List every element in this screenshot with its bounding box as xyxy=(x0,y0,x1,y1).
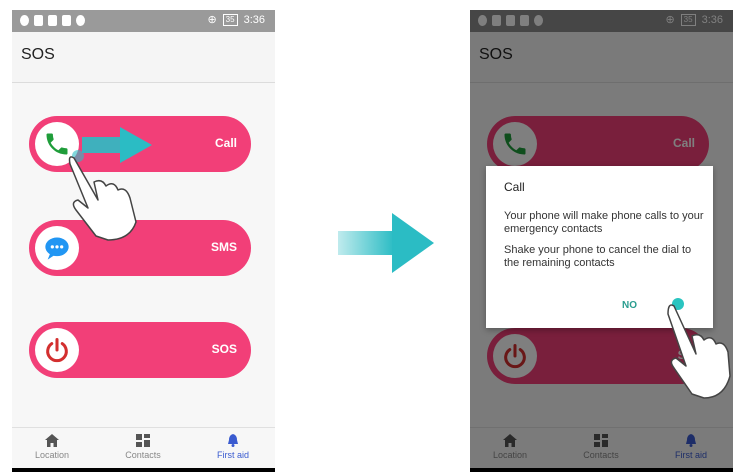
page-title: SOS xyxy=(21,46,55,63)
dialog-title: Call xyxy=(504,180,525,194)
app-bar: SOS xyxy=(12,32,275,83)
chat-icon xyxy=(45,237,69,260)
dialog-message-calls: Your phone will make phone calls to your… xyxy=(504,210,704,235)
sd-card-icon xyxy=(62,15,71,26)
sos-circle xyxy=(35,328,79,372)
notification-icon xyxy=(34,15,43,26)
wifi-icon xyxy=(20,15,29,26)
sos-label: SOS xyxy=(211,342,237,356)
phone-icon xyxy=(46,133,68,155)
dialog-message-shake: Shake your phone to cancel the dial to t… xyxy=(504,244,692,269)
status-icons xyxy=(20,15,85,26)
sms-label: SMS xyxy=(210,240,237,254)
sos-button[interactable]: SOS xyxy=(29,322,251,378)
dialog-no-button[interactable]: NO xyxy=(622,300,637,311)
shield-icon xyxy=(76,15,85,26)
bottom-navigation: Location Contacts First aid xyxy=(12,427,275,472)
status-time: 3:36 xyxy=(243,13,265,26)
status-bar: ⊕ 35 3:36 xyxy=(12,10,275,32)
power-icon xyxy=(46,337,68,363)
nav-contacts[interactable]: Contacts xyxy=(103,432,183,460)
nav-contacts-label: Contacts xyxy=(125,450,161,460)
system-bar xyxy=(12,468,275,472)
alarm-icon: ⊕ xyxy=(207,14,217,26)
bell-icon xyxy=(228,434,238,447)
nav-location-label: Location xyxy=(34,450,70,460)
hand-pointer-icon xyxy=(667,304,731,399)
hand-pointer-icon xyxy=(68,150,137,241)
left-phone-screen: ⊕ 35 3:36 SOS Call SMS SOS Location Cont… xyxy=(12,10,275,472)
home-icon xyxy=(45,434,59,447)
nav-location[interactable]: Location xyxy=(12,432,92,460)
dialog-body: Your phone will make phone calls to your… xyxy=(504,210,704,278)
nav-first-aid-label: First aid xyxy=(216,450,249,460)
sim-icon xyxy=(48,15,57,26)
sms-button[interactable]: SMS xyxy=(29,220,251,276)
right-phone-screen: ⊕ 35 3:36 SOS Call SO Location xyxy=(470,10,733,472)
battery-icon: 35 xyxy=(222,13,238,26)
nav-first-aid[interactable]: First aid xyxy=(193,432,273,460)
transition-arrow-icon xyxy=(338,213,434,273)
grid-icon xyxy=(136,434,150,447)
call-label: Call xyxy=(214,136,237,150)
